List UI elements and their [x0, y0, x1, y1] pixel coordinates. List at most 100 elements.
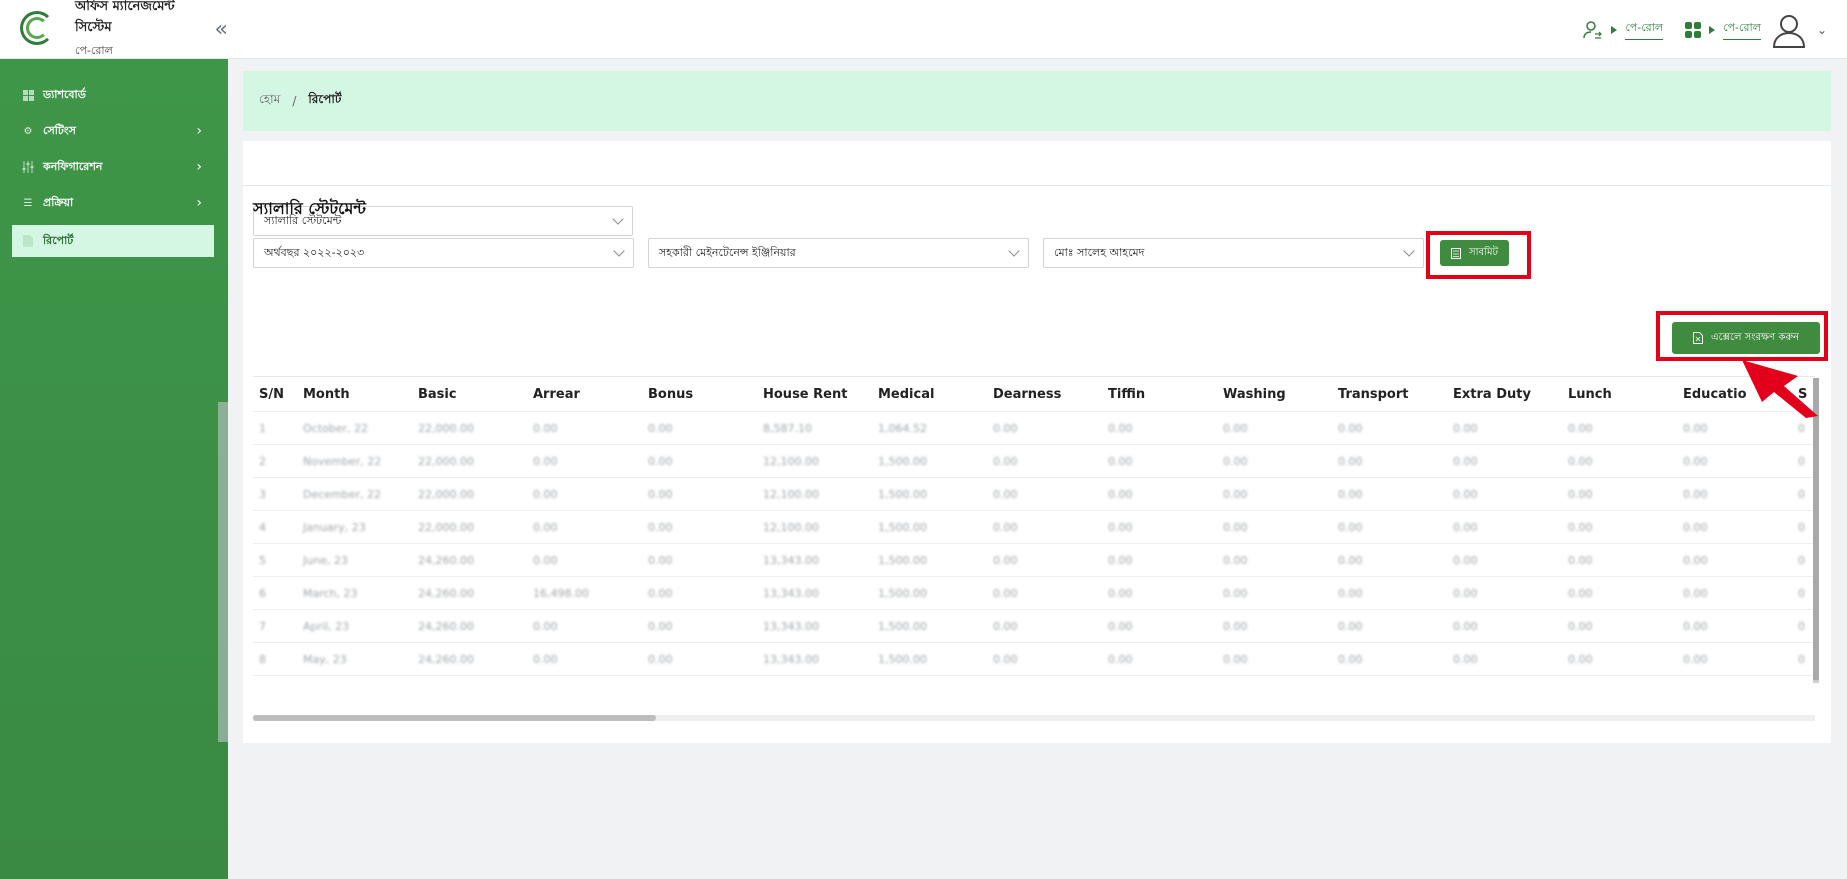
table-cell: 0.00	[1338, 454, 1363, 468]
employee-value: মোঃ সালেহ আহমেদ	[1054, 245, 1145, 259]
column-header[interactable]: Lunch	[1568, 387, 1683, 402]
sidebar-item-dashboard[interactable]: ড্যাশবোর্ড	[0, 77, 228, 113]
table-cell: 0.00	[1568, 421, 1593, 435]
table-cell: 0.00	[1453, 487, 1478, 501]
table-cell: 0.00	[993, 520, 1018, 534]
table-cell: 0.00	[1108, 487, 1133, 501]
file-icon	[22, 235, 34, 247]
column-header[interactable]: Extra Duty	[1453, 387, 1568, 402]
payroll-apps-link[interactable]: পে-রোল	[1685, 19, 1761, 40]
table-cell: 3	[259, 487, 266, 501]
table-cell: 0.00	[993, 619, 1018, 633]
table-cell: 0.00	[1453, 553, 1478, 567]
user-avatar-icon[interactable]	[1771, 12, 1807, 48]
table-cell: April, 23	[303, 619, 350, 633]
table-row: 7 April, 23 24,260.00 0.00 0.00 13,343.00 1,50…	[253, 610, 1815, 643]
column-header[interactable]: Basic	[418, 387, 533, 402]
table-cell: 0.00	[1108, 454, 1133, 468]
column-header[interactable]: House Rent	[763, 387, 878, 402]
play-icon	[1709, 25, 1716, 34]
table-cell: 0.00	[1338, 487, 1363, 501]
column-header[interactable]: S/N	[253, 387, 303, 402]
table-cell: 22,000.00	[418, 487, 474, 501]
table-cell: 1,500.00	[878, 520, 927, 534]
sidebar: ড্যাশবোর্ড ⚙ সেটিংস › কনফিগারেশন › ☰ প্র…	[0, 59, 228, 879]
sidebar-item-configuration[interactable]: কনফিগারেশন ›	[0, 149, 228, 185]
table-cell: 1,500.00	[878, 454, 927, 468]
table-cell: 0.00	[1683, 586, 1708, 600]
table-cell: 22,000.00	[418, 454, 474, 468]
overlay-strip	[218, 402, 228, 742]
column-header[interactable]: Bonus	[648, 387, 763, 402]
table-cell: 0.00	[1683, 619, 1708, 633]
breadcrumb-home[interactable]: হোম	[259, 91, 280, 111]
table-cell: 0.00	[1108, 520, 1133, 534]
table-cell: 0.00	[993, 553, 1018, 567]
payroll-user-link[interactable]: পে-রোল	[1583, 19, 1664, 40]
sidebar-item-process[interactable]: ☰ প্রক্রিয়া ›	[0, 185, 228, 221]
fiscal-year-value: অর্থবছর ২০২২-২০২৩	[264, 245, 365, 259]
breadcrumb: হোম / রিপোর্ট	[243, 71, 1831, 131]
vertical-scrollbar[interactable]	[1813, 378, 1819, 683]
submit-button[interactable]: সাবমিট	[1440, 240, 1509, 266]
table-cell: 0.00	[648, 520, 673, 534]
employee-select[interactable]: মোঃ সালেহ আহমেদ	[1043, 238, 1424, 268]
table-cell: 0.00	[648, 553, 673, 567]
table-cell: 0.00	[1453, 421, 1478, 435]
column-header[interactable]: Dearness	[993, 387, 1108, 402]
horizontal-scrollbar[interactable]	[253, 715, 1815, 721]
column-header[interactable]: Arrear	[533, 387, 648, 402]
table-cell: 0.00	[1223, 454, 1248, 468]
table-cell: 0.00	[1568, 553, 1593, 567]
table-cell: November, 22	[303, 454, 382, 468]
column-header[interactable]: Tiffin	[1108, 387, 1223, 402]
table-cell: 13,343.00	[763, 652, 819, 666]
table-header-row: S/N Month Basic Arrear Bonus House Rent Medica…	[253, 376, 1815, 412]
column-header[interactable]: Month	[303, 387, 418, 402]
table-cell: 0.00	[993, 487, 1018, 501]
table-row: 8 May, 23 24,260.00 0.00 0.00 13,343.00 1,500.…	[253, 643, 1815, 676]
table-cell: 0.00	[1338, 553, 1363, 567]
table-cell: 0.00	[1568, 586, 1593, 600]
column-header[interactable]: Transport	[1338, 387, 1453, 402]
table-cell: 0.00	[1338, 619, 1363, 633]
chevron-down-icon	[1403, 245, 1415, 257]
table-cell: 0.00	[533, 454, 558, 468]
table-cell: 0.00	[1683, 454, 1708, 468]
table-cell: 0.00	[648, 421, 673, 435]
designation-select[interactable]: সহকারী মেইনটেনেন্স ইঞ্জিনিয়ার	[648, 238, 1029, 268]
export-excel-button[interactable]: এক্সেলে সংরক্ষণ করুন	[1672, 322, 1820, 354]
table-cell: 1,500.00	[878, 586, 927, 600]
designation-value: সহকারী মেইনটেনেন্স ইঞ্জিনিয়ার	[659, 245, 796, 259]
chevron-right-icon: ›	[196, 123, 202, 139]
export-excel-label: এক্সেলে সংরক্ষণ করুন	[1711, 331, 1799, 343]
table-cell: 24,260.00	[418, 652, 474, 666]
table-cell: 0.00	[533, 487, 558, 501]
table-cell: 13,343.00	[763, 619, 819, 633]
chevron-down-icon[interactable]: ⌄	[1817, 23, 1827, 37]
fiscal-year-select[interactable]: অর্থবছর ২০২২-২০২৩	[253, 238, 634, 268]
column-header[interactable]: Washing	[1223, 387, 1338, 402]
column-header[interactable]: Medical	[878, 387, 993, 402]
excel-file-icon	[1693, 332, 1703, 344]
collapse-sidebar-icon[interactable]: «	[215, 17, 228, 42]
sidebar-item-report[interactable]: রিপোর্ট	[12, 225, 214, 257]
table-cell: March, 23	[303, 586, 358, 600]
table-cell: 0.00	[648, 454, 673, 468]
table-row: 1 October, 22 22,000.00 0.00 0.00 8,587.10 1,0…	[253, 412, 1815, 445]
table-cell: 0.00	[1108, 586, 1133, 600]
card-divider	[243, 185, 1831, 186]
table-cell: 6	[259, 586, 266, 600]
app-logo	[20, 9, 63, 49]
table-cell: 7	[259, 619, 266, 633]
table-row: 4 January, 23 22,000.00 0.00 0.00 12,100.00 1,…	[253, 511, 1815, 544]
table-cell: 0.00	[1338, 586, 1363, 600]
table-cell: 24,260.00	[418, 619, 474, 633]
table-cell: 0.00	[1338, 520, 1363, 534]
table-cell: 12,100.00	[763, 454, 819, 468]
breadcrumb-separator: /	[292, 94, 297, 108]
table-cell: October, 22	[303, 421, 369, 435]
table-cell: December, 22	[303, 487, 382, 501]
sidebar-item-settings[interactable]: ⚙ সেটিংস ›	[0, 113, 228, 149]
table-cell: 8	[259, 652, 266, 666]
